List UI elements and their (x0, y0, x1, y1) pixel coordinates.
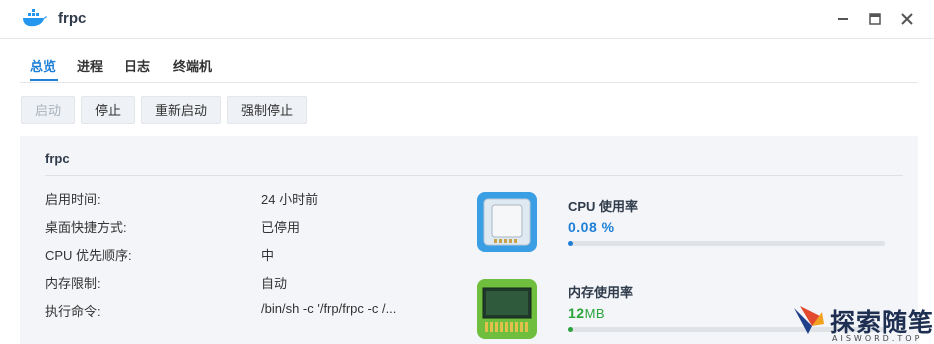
info-value: 中 (261, 248, 275, 263)
memory-usage-bar-fill (568, 327, 573, 332)
divider (45, 175, 903, 176)
info-value: 自动 (261, 276, 288, 291)
watermark-subtext: AISWORD.TOP (832, 334, 923, 343)
container-overview-panel: frpc 启用时间: 24 小时前 桌面快捷方式: 已停用 CPU 优先顺序: … (20, 136, 918, 344)
watermark-logo: 探索随笔 AISWORD.TOP (788, 300, 934, 344)
info-label: CPU 优先顺序: (45, 248, 132, 263)
watermark-emblem-icon (794, 306, 824, 334)
info-value: 已停用 (261, 220, 301, 235)
info-label: 桌面快捷方式: (45, 220, 127, 235)
tab-terminal[interactable]: 终端机 (173, 56, 212, 75)
maximize-icon[interactable] (866, 10, 884, 28)
tab-processes[interactable]: 进程 (77, 56, 103, 75)
tab-overview[interactable]: 总览 (30, 56, 56, 75)
cpu-usage-label: CPU 使用率 (568, 199, 639, 214)
info-value: 24 小时前 (261, 192, 319, 207)
restart-button[interactable]: 重新启动 (141, 96, 221, 124)
cpu-usage-value: 0.08 % (568, 219, 615, 235)
cpu-usage-bar-fill (568, 241, 573, 246)
cpu-chip-icon (477, 192, 537, 252)
cpu-usage-bar (568, 241, 885, 246)
info-value: /bin/sh -c '/frp/frpc -c /... (261, 301, 397, 316)
memory-module-icon (477, 279, 537, 339)
minimize-icon[interactable] (834, 10, 852, 28)
memory-usage-label: 内存使用率 (568, 285, 634, 300)
info-label: 执行命令: (45, 304, 101, 319)
tab-logs[interactable]: 日志 (124, 56, 150, 75)
force-stop-button[interactable]: 强制停止 (227, 96, 307, 124)
active-tab-indicator (30, 79, 58, 81)
window-title: frpc (58, 10, 87, 27)
start-button[interactable]: 启动 (21, 96, 75, 124)
info-label: 启用时间: (45, 192, 101, 207)
memory-usage-unit: MB (584, 306, 606, 321)
memory-usage-value: 12MB (568, 305, 605, 321)
close-icon[interactable] (898, 10, 916, 28)
tab-bar: 总览 进程 日志 终端机 (20, 50, 918, 83)
stop-button[interactable]: 停止 (81, 96, 135, 124)
docker-whale-icon (23, 9, 47, 27)
memory-usage-number: 12 (568, 305, 585, 321)
info-label: 内存限制: (45, 276, 101, 291)
container-name: frpc (45, 151, 70, 166)
title-bar: frpc (0, 0, 934, 39)
